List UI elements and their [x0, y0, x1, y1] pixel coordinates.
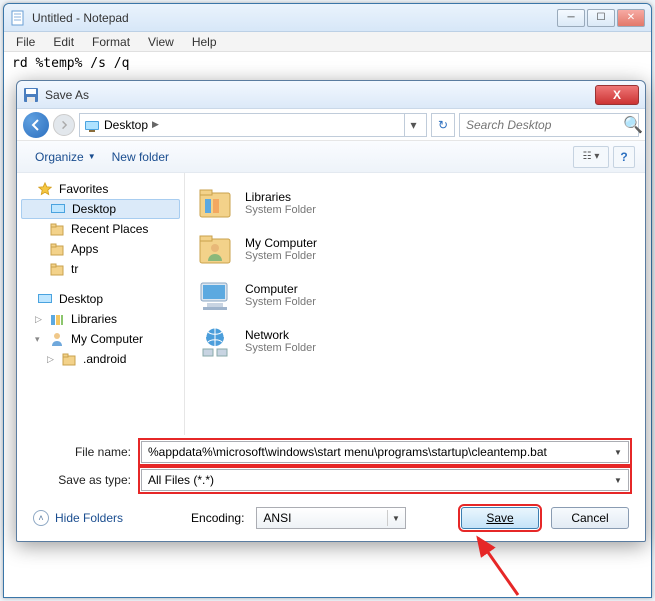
address-bar[interactable]: Desktop ▶ ▾ [79, 113, 427, 137]
user-folder-icon [195, 229, 235, 269]
network-icon [195, 321, 235, 361]
menu-file[interactable]: File [8, 33, 43, 51]
desktop-icon [84, 117, 100, 133]
saveas-title: Save As [45, 88, 595, 102]
sidebar-item-libraries[interactable]: ▷ Libraries [21, 309, 180, 329]
encoding-select[interactable]: ANSI ▼ [256, 507, 406, 529]
sidebar-item-mycomputer[interactable]: ▾ My Computer [21, 329, 180, 349]
saveas-navbar: Desktop ▶ ▾ ↻ 🔍 [17, 109, 645, 141]
nav-forward-button[interactable] [53, 114, 75, 136]
chevron-down-icon[interactable]: ▼ [387, 510, 403, 526]
chevron-up-icon: ˄ [33, 510, 49, 526]
folder-icon [49, 241, 65, 257]
list-item-mycomputer[interactable]: My ComputerSystem Folder [193, 227, 637, 271]
libraries-icon [195, 183, 235, 223]
libraries-icon [49, 311, 65, 327]
folder-icon [61, 351, 77, 367]
expand-icon[interactable]: ▷ [47, 354, 54, 365]
computer-icon [195, 275, 235, 315]
address-dropdown[interactable]: ▾ [404, 114, 422, 136]
new-folder-button[interactable]: New folder [104, 146, 177, 168]
menu-edit[interactable]: Edit [45, 33, 82, 51]
help-button[interactable]: ? [613, 146, 635, 168]
recent-icon [49, 221, 65, 237]
hide-folders-button[interactable]: ˄ Hide Folders [33, 510, 123, 526]
nav-back-button[interactable] [23, 112, 49, 138]
filename-input[interactable]: %appdata%\microsoft\windows\start menu\p… [141, 441, 629, 463]
user-icon [49, 331, 65, 347]
folder-icon [49, 261, 65, 277]
chevron-down-icon[interactable]: ▼ [610, 444, 626, 460]
search-box[interactable]: 🔍 [459, 113, 639, 137]
address-location: Desktop [104, 118, 148, 132]
saveas-close-button[interactable]: X [595, 85, 639, 105]
expand-icon[interactable]: ▷ [35, 314, 42, 325]
menu-help[interactable]: Help [184, 33, 225, 51]
sidebar-desktop-header[interactable]: Desktop [21, 289, 180, 309]
sidebar-item-android[interactable]: ▷ .android [21, 349, 180, 369]
desktop-icon [50, 201, 66, 217]
save-button[interactable]: Save [461, 507, 539, 529]
list-item-computer[interactable]: ComputerSystem Folder [193, 273, 637, 317]
sidebar-favorites-header[interactable]: Favorites [21, 179, 180, 199]
sidebar-item-recent-places[interactable]: Recent Places [21, 219, 180, 239]
notepad-icon [10, 10, 26, 26]
search-icon: 🔍 [623, 115, 643, 135]
file-list[interactable]: LibrariesSystem Folder My ComputerSystem… [185, 173, 645, 435]
saveas-icon [23, 87, 39, 103]
desktop-icon [37, 291, 53, 307]
encoding-label: Encoding: [191, 511, 244, 525]
list-item-libraries[interactable]: LibrariesSystem Folder [193, 181, 637, 225]
view-button[interactable]: ☷ ▾ [573, 146, 609, 168]
filename-label: File name: [33, 445, 141, 459]
notepad-menubar: File Edit Format View Help [4, 32, 651, 52]
collapse-icon[interactable]: ▾ [35, 334, 40, 345]
menu-view[interactable]: View [140, 33, 182, 51]
saveas-bottom-bar: ˄ Hide Folders Encoding: ANSI ▼ Save Can… [17, 499, 645, 541]
star-icon [37, 181, 53, 197]
sidebar[interactable]: Favorites Desktop Recent Places Apps tr [17, 173, 185, 435]
search-input[interactable] [466, 118, 623, 132]
refresh-button[interactable]: ↻ [431, 113, 455, 137]
sidebar-item-desktop[interactable]: Desktop [21, 199, 180, 219]
chevron-right-icon[interactable]: ▶ [148, 119, 163, 130]
save-as-dialog: Save As X Desktop ▶ ▾ ↻ 🔍 Organize▼ Ne [16, 80, 646, 542]
saveas-fields: File name: %appdata%\microsoft\windows\s… [17, 435, 645, 499]
sidebar-item-tr[interactable]: tr [21, 259, 180, 279]
organize-button[interactable]: Organize▼ [27, 146, 104, 168]
notepad-titlebar[interactable]: Untitled - Notepad ─ ☐ ✕ [4, 4, 651, 32]
menu-format[interactable]: Format [84, 33, 138, 51]
maximize-button[interactable]: ☐ [587, 9, 615, 27]
notepad-textarea[interactable]: rd %temp% /s /q [4, 52, 651, 75]
chevron-down-icon[interactable]: ▼ [610, 472, 626, 488]
cancel-button[interactable]: Cancel [551, 507, 629, 529]
sidebar-item-apps[interactable]: Apps [21, 239, 180, 259]
notepad-title: Untitled - Notepad [32, 11, 557, 25]
list-item-network[interactable]: NetworkSystem Folder [193, 319, 637, 363]
savetype-select[interactable]: All Files (*.*) ▼ [141, 469, 629, 491]
minimize-button[interactable]: ─ [557, 9, 585, 27]
saveas-toolbar: Organize▼ New folder ☷ ▾ ? [17, 141, 645, 173]
close-button[interactable]: ✕ [617, 9, 645, 27]
saveas-titlebar[interactable]: Save As X [17, 81, 645, 109]
savetype-label: Save as type: [33, 473, 141, 487]
